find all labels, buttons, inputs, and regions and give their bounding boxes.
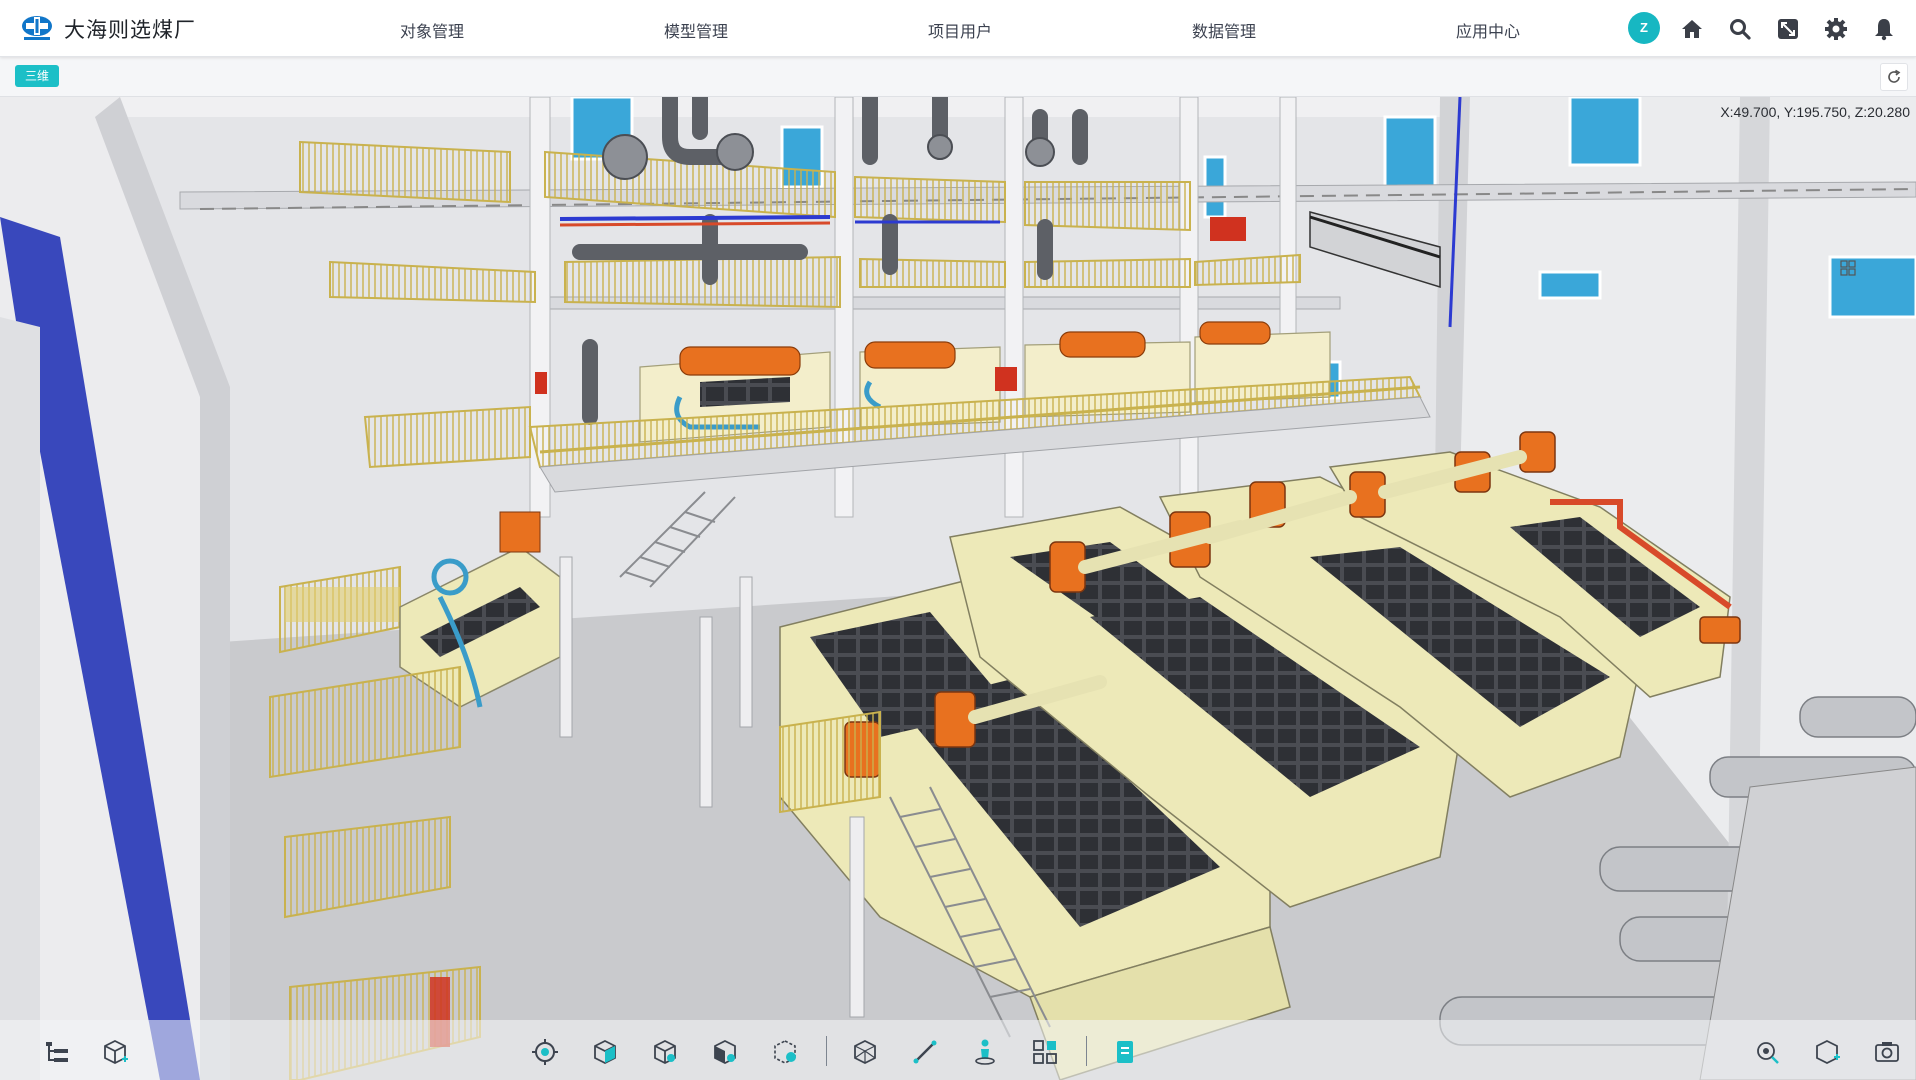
nav-object-management[interactable]: 对象管理: [400, 18, 464, 42]
screenshot-icon[interactable]: [1872, 1037, 1902, 1067]
camera-pin-icon[interactable]: [1752, 1037, 1782, 1067]
tab-3d-view[interactable]: 三维: [15, 65, 60, 87]
search-icon[interactable]: [1728, 17, 1752, 41]
section-box-icon[interactable]: [770, 1037, 800, 1067]
user-avatar[interactable]: Z: [1628, 12, 1660, 44]
wireframe-cube-icon[interactable]: [850, 1037, 880, 1067]
bell-icon[interactable]: [1872, 17, 1896, 41]
add-model-icon[interactable]: [100, 1037, 130, 1067]
settings-icon[interactable]: [1824, 17, 1848, 41]
refresh-button[interactable]: [1880, 63, 1908, 91]
model-pin-icon[interactable]: [1812, 1037, 1842, 1067]
locate-icon[interactable]: [530, 1037, 560, 1067]
cube-pin-icon[interactable]: [650, 1037, 680, 1067]
app-title: 大海则选煤厂: [64, 18, 196, 42]
nav-data-management[interactable]: 数据管理: [1192, 18, 1256, 42]
nav-app-center[interactable]: 应用中心: [1456, 18, 1520, 42]
cube-icon[interactable]: [590, 1037, 620, 1067]
grid-view-icon[interactable]: [1030, 1037, 1060, 1067]
3d-viewport[interactable]: X:49.700, Y:195.750, Z:20.280: [0, 97, 1916, 1080]
view-toolbar: 三维: [0, 57, 1916, 97]
nav-model-management[interactable]: 模型管理: [664, 18, 728, 42]
refresh-icon: [1888, 69, 1901, 83]
solid-pin-icon[interactable]: [710, 1037, 740, 1067]
nav-project-users[interactable]: 项目用户: [928, 18, 992, 42]
roam-person-icon[interactable]: [970, 1037, 1000, 1067]
plant-3d-model[interactable]: [0, 97, 1916, 1080]
logo-icon: [20, 14, 54, 42]
top-header: 大海则选煤厂 对象管理 模型管理 项目用户 数据管理 应用中心 Z: [0, 0, 1916, 57]
multi-view-icon[interactable]: [1840, 260, 1856, 276]
toolbar-divider: [1086, 1036, 1087, 1066]
home-icon[interactable]: [1680, 17, 1704, 41]
document-icon[interactable]: [1110, 1037, 1140, 1067]
coordinate-readout: X:49.700, Y:195.750, Z:20.280: [1720, 104, 1910, 120]
toolbar-divider: [826, 1036, 827, 1066]
tree-icon[interactable]: [42, 1037, 72, 1067]
bottom-toolbar: [0, 1020, 1916, 1080]
measure-icon[interactable]: [910, 1037, 940, 1067]
fullscreen-icon[interactable]: [1776, 17, 1800, 41]
